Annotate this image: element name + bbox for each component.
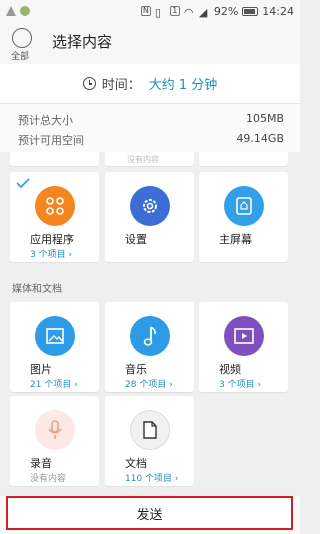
- microphone-icon: [35, 410, 75, 450]
- gear-icon: [130, 186, 170, 226]
- clock-time: 14:24: [262, 4, 294, 18]
- send-button[interactable]: 发送: [6, 496, 293, 530]
- tile-music[interactable]: 音乐 28 个项目 ›: [105, 302, 194, 392]
- vibrate-icon: ▯: [154, 5, 161, 19]
- partial-tile[interactable]: [199, 152, 288, 166]
- warning-icon: [6, 6, 16, 16]
- tile-apps[interactable]: 应用程序 3 个项目 ›: [10, 172, 99, 262]
- size-info-card: 预计总大小 105MB 预计可用空间 49.14GB: [0, 104, 300, 152]
- tile-settings[interactable]: 设置: [105, 172, 194, 262]
- tile-label: 主屏幕: [219, 233, 252, 246]
- section-header-media: 媒体和文档: [12, 284, 62, 295]
- tile-home-screen[interactable]: 主屏幕: [199, 172, 288, 262]
- tile-video[interactable]: 视频 3 个项目 ›: [199, 302, 288, 392]
- tile-count[interactable]: 3 个项目 ›: [30, 247, 72, 260]
- partial-tile[interactable]: 没有内容: [105, 152, 194, 166]
- free-space-value: 49.14GB: [236, 132, 284, 145]
- android-icon: [20, 6, 30, 16]
- content-grid[interactable]: 没有内容 应用程序 3 个项目 › 设置 主屏幕 媒体和文档 图片 21 个项目…: [0, 152, 300, 496]
- image-icon: [35, 316, 75, 356]
- tile-label: 设置: [125, 233, 147, 246]
- document-icon: [130, 410, 170, 450]
- select-all-checkbox[interactable]: [12, 28, 32, 48]
- tile-label: 录音: [30, 457, 52, 470]
- tile-pictures[interactable]: 图片 21 个项目 ›: [10, 302, 99, 392]
- tile-label: 图片: [30, 363, 52, 376]
- tile-count[interactable]: 110 个项目 ›: [125, 471, 179, 484]
- tile-recordings[interactable]: 录音 没有内容: [10, 396, 99, 486]
- tile-count: 没有内容: [30, 474, 67, 484]
- tile-count[interactable]: 3 个项目 ›: [219, 377, 261, 390]
- signal-icon: ◢: [198, 5, 208, 19]
- video-icon: [224, 316, 264, 356]
- select-all-label: 全部: [11, 52, 30, 62]
- time-estimate-card: 时间： 大约 1 分钟: [0, 64, 300, 104]
- tile-count[interactable]: 21 个项目 ›: [30, 377, 78, 390]
- time-value: 大约 1 分钟: [148, 78, 218, 93]
- page-title: 选择内容: [52, 33, 113, 51]
- home-screen-icon: [224, 186, 264, 226]
- time-label: 时间：: [101, 78, 141, 93]
- free-space-label: 预计可用空间: [18, 134, 84, 147]
- apps-icon: [35, 186, 75, 226]
- tile-count[interactable]: 28 个项目 ›: [125, 377, 173, 390]
- music-icon: [130, 316, 170, 356]
- nfc-icon: N: [140, 6, 151, 16]
- tile-label: 文档: [125, 457, 147, 470]
- tile-label: 视频: [219, 363, 241, 376]
- battery-percent: 92%: [213, 4, 239, 18]
- bottom-bar: 发送: [0, 496, 300, 534]
- tile-label: 应用程序: [30, 233, 74, 246]
- total-size-value: 105MB: [245, 112, 284, 125]
- partial-tile[interactable]: [10, 152, 99, 166]
- total-size-label: 预计总大小: [18, 114, 73, 127]
- tile-label: 音乐: [125, 363, 147, 376]
- battery-icon: [242, 6, 259, 16]
- clock-icon: [82, 77, 96, 90]
- partial-tile-text: 没有内容: [127, 155, 159, 164]
- header: 全部 选择内容: [0, 22, 300, 64]
- sim-icon: 1: [169, 6, 180, 16]
- check-icon: [16, 178, 30, 188]
- wifi-icon: ◠: [183, 5, 194, 19]
- tile-documents[interactable]: 文档 110 个项目 ›: [105, 396, 194, 486]
- status-bar: N ▯ 1 ◠ ◢ 92% 14:24: [0, 0, 300, 22]
